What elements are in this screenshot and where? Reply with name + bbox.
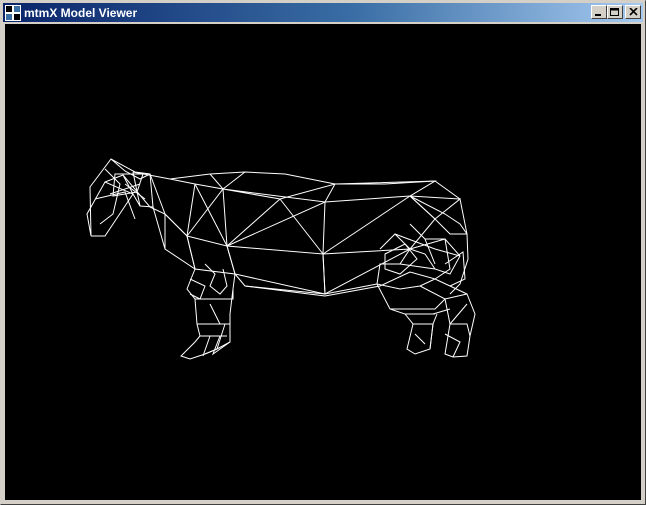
minimize-icon	[595, 14, 601, 16]
maximize-icon	[610, 7, 619, 16]
cow-wireframe-model	[86, 158, 476, 360]
render-viewport[interactable]	[5, 24, 641, 500]
window-controls	[591, 5, 641, 19]
maximize-button[interactable]	[607, 5, 623, 19]
title-bar[interactable]: mtmX Model Viewer	[3, 3, 643, 22]
app-window: mtmX Model Viewer	[0, 0, 646, 505]
app-logo-icon[interactable]	[5, 4, 21, 21]
minimize-button[interactable]	[591, 5, 607, 19]
close-icon	[628, 8, 638, 16]
window-title: mtmX Model Viewer	[24, 5, 138, 20]
close-button[interactable]	[625, 5, 641, 19]
